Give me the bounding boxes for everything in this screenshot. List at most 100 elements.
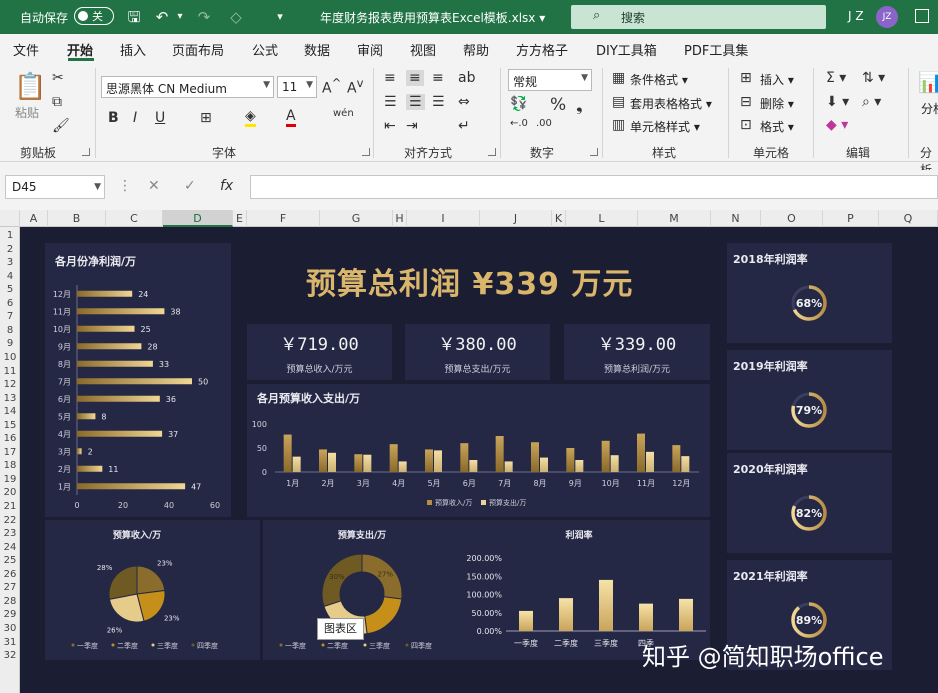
row-header[interactable]: 29 bbox=[0, 609, 20, 620]
increase-decimal-icon[interactable]: ←.0 bbox=[510, 118, 528, 129]
copy-icon[interactable]: ⧉ bbox=[52, 94, 62, 110]
align-bottom-icon[interactable]: ≡ bbox=[432, 70, 444, 86]
column-header[interactable]: C bbox=[106, 210, 163, 227]
row-header[interactable]: 3 bbox=[0, 257, 20, 268]
tab-insert[interactable]: 插入 bbox=[120, 40, 146, 59]
column-header[interactable]: K bbox=[552, 210, 566, 227]
fill-color-icon[interactable]: ◈ bbox=[245, 108, 256, 127]
kpi-card-expense[interactable]: ￥380.00 预算总支出/万元 bbox=[405, 324, 550, 380]
align-middle-icon[interactable]: ≡ bbox=[406, 70, 424, 86]
row-header[interactable]: 8 bbox=[0, 325, 20, 336]
column-header[interactable]: I bbox=[407, 210, 480, 227]
row-header[interactable]: 28 bbox=[0, 596, 20, 607]
number-launcher-icon[interactable] bbox=[590, 148, 598, 156]
border-icon[interactable]: ⊞ bbox=[200, 110, 212, 126]
align-left-icon[interactable]: ☰ bbox=[384, 94, 397, 110]
insert-cells-button[interactable]: 插入 ▾ bbox=[760, 71, 794, 88]
analyze-data-button[interactable]: 分析数据 bbox=[921, 102, 938, 116]
row-header[interactable]: 22 bbox=[0, 515, 20, 526]
column-header-selected[interactable]: D bbox=[163, 210, 233, 227]
autosave-toggle[interactable]: 关 bbox=[74, 7, 114, 25]
text-orientation-icon[interactable]: ab bbox=[458, 70, 475, 86]
profit-rate-card-2018[interactable]: 2018年利润率 68% bbox=[727, 243, 892, 343]
align-center-icon[interactable]: ☰ bbox=[406, 94, 425, 110]
number-format-select[interactable]: 常规 ▼ bbox=[508, 69, 592, 91]
tab-data[interactable]: 数据 bbox=[304, 40, 330, 59]
restore-window-icon[interactable] bbox=[915, 9, 929, 23]
save-icon[interactable]: 🖫 bbox=[124, 7, 144, 27]
column-header[interactable]: O bbox=[761, 210, 823, 227]
cancel-icon[interactable]: ✕ bbox=[148, 178, 160, 194]
font-color-icon[interactable]: A bbox=[286, 108, 296, 127]
row-header[interactable]: 5 bbox=[0, 284, 20, 295]
tab-view[interactable]: 视图 bbox=[410, 40, 436, 59]
row-header[interactable]: 26 bbox=[0, 569, 20, 580]
row-header[interactable]: 9 bbox=[0, 338, 20, 349]
kpi-card-income[interactable]: ￥719.00 预算总收入/万元 bbox=[247, 324, 392, 380]
format-cells-button[interactable]: 格式 ▾ bbox=[760, 118, 794, 135]
alignment-launcher-icon[interactable] bbox=[488, 148, 496, 156]
tab-formulas[interactable]: 公式 bbox=[252, 40, 278, 59]
bold-icon[interactable]: B bbox=[108, 110, 119, 126]
increase-indent-icon[interactable]: ⇥ bbox=[406, 118, 418, 134]
row-header[interactable]: 16 bbox=[0, 433, 20, 444]
tab-file[interactable]: 文件 bbox=[13, 40, 39, 59]
column-header[interactable]: N bbox=[711, 210, 761, 227]
font-size-select[interactable]: 11 ▼ bbox=[277, 76, 317, 98]
column-header[interactable]: P bbox=[823, 210, 879, 227]
row-header[interactable]: 27 bbox=[0, 582, 20, 593]
column-header[interactable]: J bbox=[480, 210, 552, 227]
row-header[interactable]: 14 bbox=[0, 406, 20, 417]
decrease-font-icon[interactable]: Av bbox=[347, 76, 363, 97]
fill-icon[interactable]: ⬇ ▾ bbox=[826, 94, 849, 110]
decrease-decimal-icon[interactable]: .00 bbox=[536, 118, 552, 129]
percent-icon[interactable]: % bbox=[550, 95, 566, 115]
italic-icon[interactable]: I bbox=[133, 110, 137, 126]
find-select-icon[interactable]: ⌕ ▾ bbox=[862, 94, 881, 110]
avatar[interactable]: JZ bbox=[876, 6, 898, 28]
phonetic-icon[interactable]: wén bbox=[333, 108, 354, 119]
column-header[interactable]: E bbox=[233, 210, 247, 227]
row-header[interactable]: 6 bbox=[0, 298, 20, 309]
row-header[interactable]: 30 bbox=[0, 623, 20, 634]
tab-page-layout[interactable]: 页面布局 bbox=[172, 40, 224, 59]
cut-icon[interactable]: ✂ bbox=[52, 70, 64, 86]
profit-rate-card-2019[interactable]: 2019年利润率 79% bbox=[727, 350, 892, 450]
tab-pdf-tools[interactable]: PDF工具集 bbox=[684, 40, 748, 59]
row-header[interactable]: 2 bbox=[0, 244, 20, 255]
sort-filter-icon[interactable]: ⇅ ▾ bbox=[862, 70, 885, 86]
select-all-corner[interactable] bbox=[0, 210, 20, 227]
row-header[interactable]: 17 bbox=[0, 447, 20, 458]
formula-input[interactable] bbox=[250, 175, 938, 199]
row-header[interactable]: 7 bbox=[0, 311, 20, 322]
align-top-icon[interactable]: ≡ bbox=[384, 70, 396, 86]
clipboard-launcher-icon[interactable] bbox=[82, 148, 90, 156]
row-header[interactable]: 1 bbox=[0, 230, 20, 241]
search-box[interactable]: ⌕ 搜索 bbox=[571, 5, 826, 29]
underline-icon[interactable]: U bbox=[155, 110, 165, 126]
merge-center-icon[interactable]: ⇔ bbox=[458, 94, 470, 110]
row-header[interactable]: 25 bbox=[0, 555, 20, 566]
tab-home[interactable]: 开始 bbox=[67, 40, 93, 59]
tab-diy-toolbox[interactable]: DIY工具箱 bbox=[596, 40, 657, 59]
currency-icon[interactable]: 💱 bbox=[510, 96, 527, 112]
undo-dropdown-icon[interactable]: ▾ bbox=[170, 7, 190, 27]
delete-cells-button[interactable]: 删除 ▾ bbox=[760, 95, 794, 112]
row-header[interactable]: 12 bbox=[0, 379, 20, 390]
tab-fangfang[interactable]: 方方格子 bbox=[516, 40, 568, 59]
analyze-data-icon[interactable]: 📊 bbox=[918, 70, 938, 94]
column-header[interactable]: Q bbox=[879, 210, 938, 227]
name-box[interactable]: D45 ▼ bbox=[5, 175, 105, 199]
column-header[interactable]: F bbox=[247, 210, 320, 227]
conditional-format-button[interactable]: 条件格式 ▾ bbox=[630, 71, 688, 88]
column-header[interactable]: M bbox=[638, 210, 711, 227]
font-name-select[interactable]: 思源黑体 CN Medium ▼ bbox=[101, 76, 274, 98]
row-header[interactable]: 21 bbox=[0, 501, 20, 512]
monthly-budget-panel[interactable]: 各月预算收入支出/万 0 50 100 1月 2月 3月 4月 5月 6月 7月 8月 9月 10月 11… bbox=[247, 384, 710, 517]
row-header[interactable]: 32 bbox=[0, 650, 20, 661]
undo-icon[interactable]: ↶ bbox=[152, 7, 172, 27]
paste-icon[interactable]: 📋 bbox=[14, 72, 46, 102]
insert-function-icon[interactable]: fx bbox=[220, 178, 233, 194]
profit-rate-card-2020[interactable]: 2020年利润率 82% bbox=[727, 453, 892, 553]
row-header[interactable]: 15 bbox=[0, 420, 20, 431]
